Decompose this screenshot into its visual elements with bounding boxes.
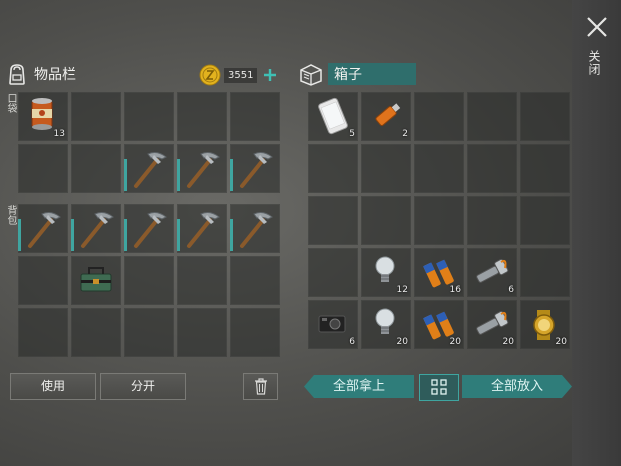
backpack-slot[interactable] <box>71 256 121 305</box>
item-count: 2 <box>402 129 408 139</box>
box-slot[interactable]: 2 <box>361 92 411 141</box>
pocket-slot[interactable] <box>124 144 174 193</box>
coin-count: 3551 <box>224 67 258 83</box>
pocket-slot[interactable] <box>230 92 280 141</box>
pocket-slot[interactable] <box>71 144 121 193</box>
backpack-slot[interactable] <box>18 256 68 305</box>
backpack-slot[interactable] <box>177 308 227 357</box>
durability-bar <box>71 219 74 251</box>
box-slot[interactable] <box>414 196 464 245</box>
box-slot[interactable]: 16 <box>414 248 464 297</box>
item-count: 20 <box>502 337 514 347</box>
box-slot[interactable]: 20 <box>520 300 570 349</box>
durability-bar <box>230 219 233 251</box>
item-count: 13 <box>53 129 65 139</box>
pocket-slot[interactable]: 13 <box>18 92 68 141</box>
backpack-slot[interactable] <box>124 204 174 253</box>
pocket-slot[interactable] <box>71 92 121 141</box>
durability-bar <box>124 159 127 191</box>
backpack-slot[interactable] <box>124 308 174 357</box>
pocket-label: 口袋 <box>5 93 16 113</box>
coin-icon <box>199 64 221 86</box>
box-slot[interactable] <box>520 144 570 193</box>
box-header: 箱子 <box>298 62 416 86</box>
durability-bar <box>230 159 233 191</box>
sort-button[interactable] <box>419 374 459 401</box>
inventory-title: 物品栏 <box>34 67 76 83</box>
box-slot[interactable]: 20 <box>467 300 517 349</box>
box-slot[interactable] <box>308 144 358 193</box>
backpack-grid <box>18 204 280 357</box>
inventory-header: 物品栏 <box>6 62 76 86</box>
durability-bar <box>177 219 180 251</box>
backpack-slot[interactable] <box>18 204 68 253</box>
grid-sort-icon <box>431 379 447 395</box>
box-slot[interactable]: 20 <box>361 300 411 349</box>
pocket-slot[interactable] <box>18 144 68 193</box>
box-slot[interactable]: 6 <box>467 248 517 297</box>
pocket-grid: 13 <box>18 92 280 193</box>
box-slot[interactable] <box>520 92 570 141</box>
box-slot[interactable] <box>520 248 570 297</box>
box-slot[interactable]: 5 <box>308 92 358 141</box>
box-slot[interactable]: 12 <box>361 248 411 297</box>
box-slot[interactable] <box>414 92 464 141</box>
box-slot[interactable]: 6 <box>308 300 358 349</box>
backpack-slot[interactable] <box>124 256 174 305</box>
box-title: 箱子 <box>328 63 416 85</box>
backpack-slot[interactable] <box>71 204 121 253</box>
item-count: 6 <box>349 337 355 347</box>
box-grid: 5 2 12 16 6 6 20 20 20 20 <box>308 92 570 352</box>
item-count: 5 <box>349 129 355 139</box>
close-label[interactable]: 关闭 <box>587 50 603 76</box>
backpack-slot[interactable] <box>18 308 68 357</box>
durability-bar <box>177 159 180 191</box>
backpack-slot[interactable] <box>177 256 227 305</box>
backpack-slot[interactable] <box>71 308 121 357</box>
put-all-button[interactable]: 全部放入 <box>462 375 572 398</box>
pocket-slot[interactable] <box>177 92 227 141</box>
trash-icon <box>254 378 267 395</box>
item-count: 20 <box>555 337 567 347</box>
pocket-slot[interactable] <box>177 144 227 193</box>
backpack-slot[interactable] <box>177 204 227 253</box>
backpack-label: 背包 <box>5 205 16 225</box>
box-icon <box>300 64 322 86</box>
box-slot[interactable] <box>467 92 517 141</box>
take-all-button[interactable]: 全部拿上 <box>304 375 414 398</box>
box-slot[interactable] <box>361 144 411 193</box>
item-count: 20 <box>449 337 461 347</box>
durability-bar <box>18 219 21 251</box>
box-slot[interactable] <box>467 144 517 193</box>
add-coins-icon[interactable] <box>263 68 277 82</box>
box-slot[interactable]: 20 <box>414 300 464 349</box>
durability-bar <box>124 219 127 251</box>
item-count: 20 <box>396 337 408 347</box>
item-count: 16 <box>449 285 461 295</box>
box-slot[interactable] <box>361 196 411 245</box>
close-panel: 关闭 <box>572 0 621 466</box>
backpack-slot[interactable] <box>230 204 280 253</box>
box-slot[interactable] <box>308 196 358 245</box>
trash-button[interactable] <box>243 373 278 400</box>
box-slot[interactable] <box>520 196 570 245</box>
item-count: 12 <box>396 285 408 295</box>
close-icon[interactable] <box>584 14 610 40</box>
box-slot[interactable] <box>308 248 358 297</box>
backpack-slot[interactable] <box>230 308 280 357</box>
box-slot[interactable] <box>414 144 464 193</box>
item-count: 6 <box>508 285 514 295</box>
pocket-slot[interactable] <box>230 144 280 193</box>
pocket-slot[interactable] <box>124 92 174 141</box>
backpack-slot[interactable] <box>230 256 280 305</box>
coin-balance: 3551 <box>199 64 277 86</box>
split-button[interactable]: 分开 <box>100 373 186 400</box>
backpack-icon <box>9 64 25 85</box>
use-button[interactable]: 使用 <box>10 373 96 400</box>
box-slot[interactable] <box>467 196 517 245</box>
